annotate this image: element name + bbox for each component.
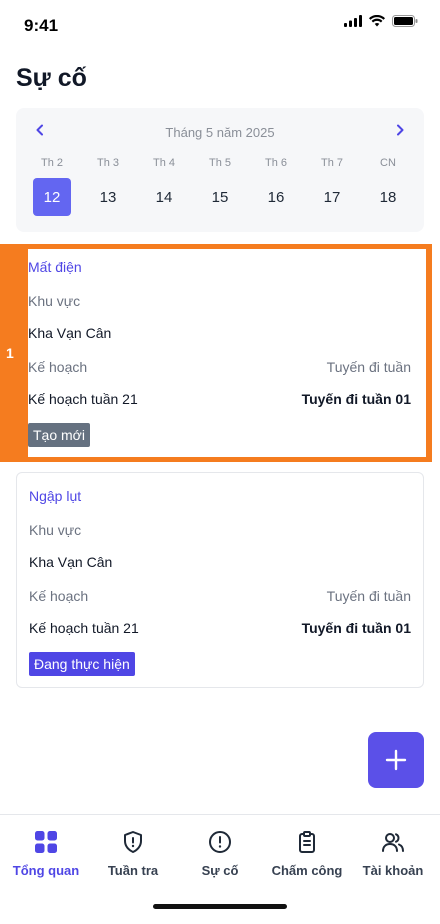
highlight-number: 1	[6, 345, 14, 361]
weekday-label: Th 5	[208, 157, 231, 169]
nav-item-patrol[interactable]: Tuần tra	[89, 829, 177, 878]
day-cell[interactable]: 13	[80, 178, 136, 216]
weekday-label: Th 2	[40, 157, 63, 169]
incident-card[interactable]: Mất điện Khu vực Kha Vạn Cân Kế hoạch Tu…	[16, 246, 424, 458]
route-label: Tuyến đi tuần	[326, 588, 411, 604]
weekday-label: Th 4	[152, 157, 175, 169]
plan-label: Kế hoạch	[28, 359, 88, 375]
day-cell[interactable]: 18	[360, 178, 416, 216]
status-icons	[344, 15, 418, 27]
status-badge: Đang thực hiện	[29, 652, 135, 676]
area-label: Khu vực	[29, 522, 82, 538]
nav-label: Sự cố	[201, 863, 239, 878]
plan-value: Kế hoạch tuần 21	[29, 620, 139, 636]
chevron-right-icon	[397, 124, 404, 136]
day-number: 14	[155, 188, 173, 206]
shield-alert-icon	[120, 829, 146, 855]
clipboard-icon	[294, 829, 320, 855]
day-number: 17	[323, 188, 341, 206]
day-number: 13	[99, 188, 117, 206]
day-cell[interactable]: 12	[24, 178, 80, 216]
nav-item-incidents[interactable]: Sự cố	[176, 829, 264, 878]
home-indicator	[153, 904, 287, 909]
day-cell[interactable]: 14	[136, 178, 192, 216]
grid-icon	[33, 829, 59, 855]
nav-label: Chấm công	[271, 863, 343, 878]
nav-item-account[interactable]: Tài khoản	[349, 829, 437, 878]
wifi-icon	[369, 15, 385, 27]
weekday-label: CN	[380, 157, 396, 169]
day-cell[interactable]: 16	[248, 178, 304, 216]
weekday-label: Th 6	[264, 157, 287, 169]
day-cell[interactable]: 17	[304, 178, 360, 216]
add-incident-button[interactable]	[368, 732, 424, 788]
weekday-row: Th 2 Th 3 Th 4 Th 5 Th 6 Th 7 CN	[24, 157, 416, 169]
route-value: Tuyến đi tuần 01	[301, 620, 411, 636]
route-label: Tuyến đi tuần	[326, 359, 411, 375]
day-number: 16	[267, 188, 285, 206]
nav-item-attendance[interactable]: Chấm công	[263, 829, 351, 878]
nav-label: Tổng quan	[12, 863, 80, 878]
weekday-label: Th 3	[96, 157, 119, 169]
status-badge: Tạo mới	[28, 423, 90, 447]
status-time: 9:41	[24, 16, 59, 35]
status-bar: 9:41	[0, 0, 440, 52]
plus-icon	[385, 749, 407, 771]
nav-item-overview[interactable]: Tổng quan	[2, 829, 90, 878]
weekday-label: Th 7	[320, 157, 343, 169]
day-row: 12 13 14 15 16 17 18	[24, 178, 416, 216]
incident-title: Mất điện	[28, 259, 82, 275]
nav-label: Tài khoản	[362, 863, 424, 878]
day-number: 18	[379, 188, 397, 206]
day-number: 15	[211, 188, 229, 206]
area-value: Kha Vạn Cân	[29, 554, 113, 570]
route-value: Tuyến đi tuần 01	[301, 391, 411, 407]
plan-label: Kế hoạch	[29, 588, 89, 604]
day-cell[interactable]: 15	[192, 178, 248, 216]
incident-title: Ngập lụt	[29, 488, 82, 504]
area-value: Kha Vạn Cân	[28, 325, 112, 341]
nav-label: Tuần tra	[107, 863, 159, 878]
signal-icon	[344, 15, 362, 27]
users-icon	[380, 829, 406, 855]
area-label: Khu vực	[28, 293, 81, 309]
week-calendar: Tháng 5 năm 2025 Th 2 Th 3 Th 4 Th 5 Th …	[16, 108, 424, 232]
battery-icon	[392, 15, 418, 27]
next-week-button[interactable]	[392, 122, 408, 138]
alert-circle-icon	[207, 829, 233, 855]
incident-card[interactable]: Ngập lụt Khu vực Kha Vạn Cân Tuyến đi tu…	[16, 472, 424, 688]
calendar-month-label: Tháng 5 năm 2025	[165, 125, 275, 140]
day-number: 12	[33, 178, 71, 216]
plan-value: Kế hoạch tuần 21	[28, 391, 138, 407]
page-title: Sự cố	[16, 64, 87, 92]
